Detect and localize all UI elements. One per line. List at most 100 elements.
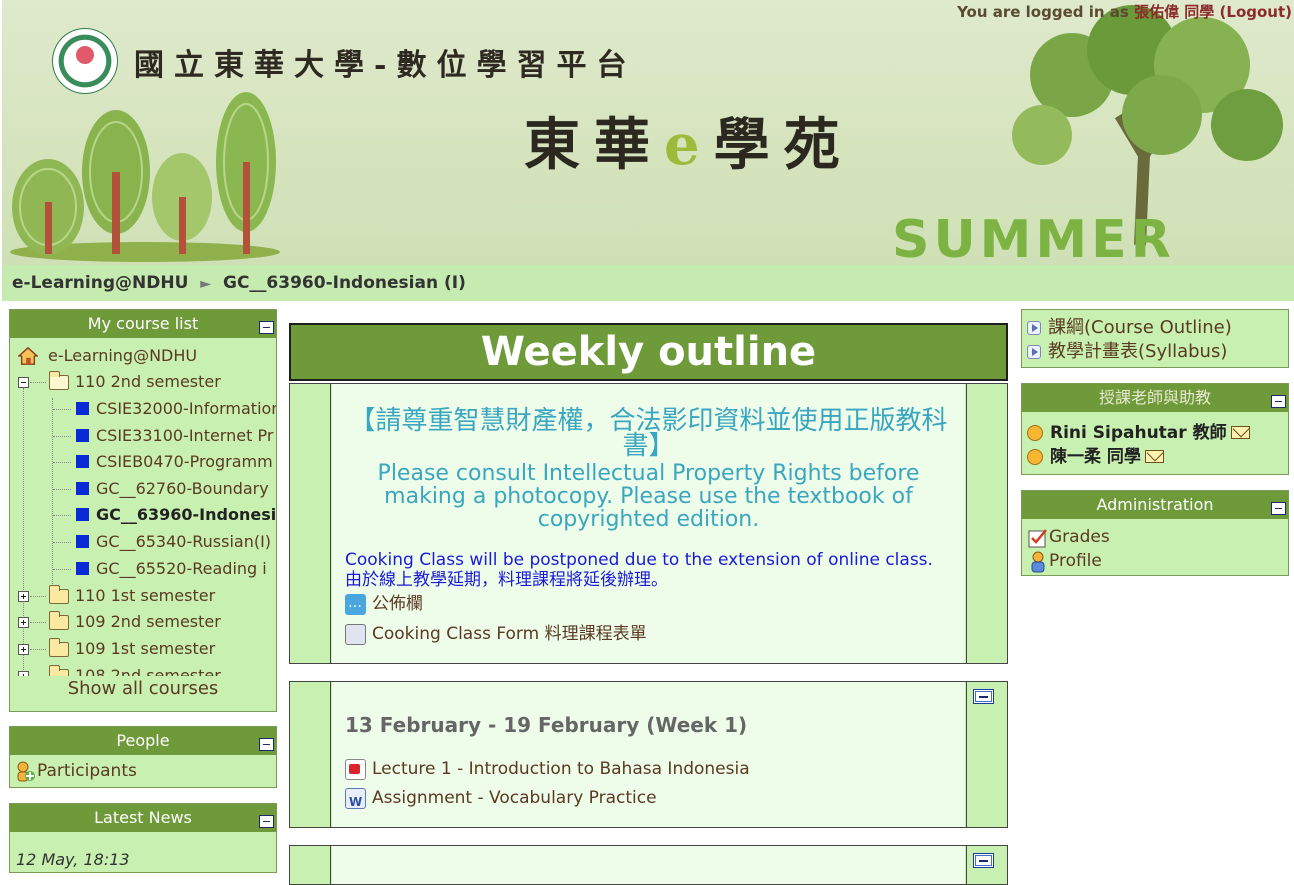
news-date: 12 May, 18:13 bbox=[16, 850, 130, 869]
week-collapse-icon[interactable] bbox=[973, 853, 994, 868]
grades-link[interactable]: Grades bbox=[1022, 525, 1288, 549]
collapse-icon[interactable] bbox=[259, 738, 274, 751]
mail-icon[interactable] bbox=[1230, 426, 1250, 439]
course-item[interactable]: GC__65520-Reading i bbox=[16, 556, 276, 582]
latest-news-header: Latest News bbox=[10, 804, 276, 832]
forum-icon bbox=[345, 591, 366, 615]
expand-node-icon[interactable] bbox=[18, 617, 29, 628]
participants-link[interactable]: Participants bbox=[10, 759, 276, 783]
word-icon bbox=[345, 788, 366, 814]
profile-link[interactable]: Profile bbox=[1022, 549, 1288, 573]
expand-node-icon[interactable] bbox=[18, 644, 29, 655]
collapse-icon[interactable] bbox=[1271, 395, 1286, 408]
teachers-title: 授課老師與助教 bbox=[1098, 388, 1211, 407]
course-item[interactable]: GC__62760-Boundary bbox=[16, 476, 276, 502]
lecture-link[interactable]: Lecture 1 - Introduction to Bahasa Indon… bbox=[345, 757, 750, 781]
semester-node[interactable]: 109 1st semester bbox=[16, 636, 276, 662]
logout-link[interactable]: (Logout) bbox=[1220, 3, 1292, 21]
arrow-icon bbox=[1027, 321, 1041, 335]
home-icon bbox=[18, 346, 38, 365]
profile-icon bbox=[1031, 551, 1045, 573]
teachers-block: 授課老師與助教 Rini Sipahutar 教師 陳一柔 同學 bbox=[1021, 383, 1289, 475]
collapse-icon[interactable] bbox=[259, 321, 274, 334]
collapse-node-icon[interactable] bbox=[18, 377, 29, 388]
course-list-title: My course list bbox=[87, 314, 199, 333]
people-header: People bbox=[10, 727, 276, 755]
semester-label[interactable]: 110 2nd semester bbox=[75, 369, 221, 395]
collapse-icon[interactable] bbox=[1271, 502, 1286, 515]
breadcrumb-home-link[interactable]: e-Learning@NDHU bbox=[12, 273, 188, 293]
tree-root-link[interactable]: e-Learning@NDHU bbox=[48, 343, 197, 369]
header-banner: 國立東華大學-數位學習平台 東華e學苑 SUMMER bbox=[2, 0, 1294, 265]
collapse-icon[interactable] bbox=[259, 815, 274, 828]
course-item[interactable]: CSIE33100-Internet Pr bbox=[16, 423, 276, 449]
course-item[interactable]: GC__65340-Russian(I) bbox=[16, 529, 276, 555]
login-info: You are logged in as 張佑偉 同學 (Logout) bbox=[957, 1, 1292, 22]
course-square-icon bbox=[76, 562, 89, 575]
cooking-form-link[interactable]: Cooking Class Form 料理課程表單 bbox=[345, 622, 647, 646]
show-all-courses-link[interactable]: Show all courses bbox=[10, 676, 276, 699]
course-item-current[interactable]: GC__63960-Indonesia bbox=[16, 502, 276, 528]
semester-node[interactable]: 110 2nd semester bbox=[16, 369, 276, 395]
breadcrumb: e-Learning@NDHU ► GC__63960-Indonesian (… bbox=[2, 265, 1294, 301]
course-links-block: 課綱(Course Outline) 教學計畫表(Syllabus) bbox=[1021, 309, 1289, 368]
administration-block: Administration Grades Profile bbox=[1021, 490, 1289, 576]
teacher-row[interactable]: Rini Sipahutar 教師 bbox=[1022, 421, 1288, 445]
semester-node[interactable]: 109 2nd semester bbox=[16, 609, 276, 635]
university-seal-logo bbox=[52, 28, 118, 94]
season-title: SUMMER bbox=[892, 210, 1175, 265]
course-item[interactable]: CSIE32000-Information bbox=[16, 396, 276, 422]
course-square-icon bbox=[76, 508, 89, 521]
expand-node-icon[interactable] bbox=[18, 671, 29, 676]
login-prefix: You are logged in as bbox=[957, 3, 1129, 21]
folder-icon bbox=[49, 665, 69, 676]
administration-header: Administration bbox=[1022, 491, 1288, 519]
semester-node[interactable]: 108 2nd semester bbox=[16, 663, 276, 676]
forum-link[interactable]: 公佈欄 bbox=[345, 591, 423, 616]
semester-node[interactable]: 110 1st semester bbox=[16, 583, 276, 609]
week-section-1: 13 February - 19 February (Week 1) Lectu… bbox=[289, 681, 1008, 828]
teachers-header: 授課老師與助教 bbox=[1022, 384, 1288, 412]
assignment-link[interactable]: Assignment - Vocabulary Practice bbox=[345, 786, 657, 814]
people-title: People bbox=[116, 731, 170, 750]
smiley-icon bbox=[1027, 449, 1043, 465]
section-content: 【請尊重智慧財產權，合法影印資料並使用正版教科書】 Please consult… bbox=[332, 384, 965, 663]
latest-news-title: Latest News bbox=[94, 808, 192, 827]
course-square-icon bbox=[76, 429, 89, 442]
folder-icon bbox=[49, 638, 69, 657]
pdf-icon bbox=[345, 759, 366, 780]
administration-title: Administration bbox=[1096, 495, 1214, 514]
course-section-0: 【請尊重智慧財產權，合法影印資料並使用正版教科書】 Please consult… bbox=[289, 383, 1008, 664]
course-square-icon bbox=[76, 535, 89, 548]
breadcrumb-separator: ► bbox=[200, 276, 212, 292]
course-outline-link[interactable]: 課綱(Course Outline) bbox=[1022, 316, 1288, 340]
course-tree: e-Learning@NDHU 110 2nd semester CSIE320… bbox=[10, 338, 276, 676]
cooking-class-notice: Cooking Class will be postponed due to t… bbox=[345, 550, 933, 590]
user-profile-link[interactable]: 張佑偉 同學 bbox=[1134, 3, 1214, 21]
platform-brand: 東華e學苑 bbox=[524, 112, 854, 178]
expand-node-icon[interactable] bbox=[18, 591, 29, 602]
week-title: 13 February - 19 February (Week 1) bbox=[345, 713, 748, 737]
section-content: 13 February - 19 February (Week 1) Lectu… bbox=[332, 682, 965, 827]
course-list-header: My course list bbox=[10, 310, 276, 338]
syllabus-link[interactable]: 教學計畫表(Syllabus) bbox=[1022, 340, 1288, 364]
course-square-icon bbox=[76, 482, 89, 495]
assistant-row[interactable]: 陳一柔 同學 bbox=[1022, 445, 1288, 469]
course-list-block: My course list e-Learning@NDHU 110 2nd s… bbox=[9, 309, 277, 712]
copyright-warning-zh: 【請尊重智慧財產權，合法影印資料並使用正版教科書】 bbox=[349, 406, 948, 461]
folder-open-icon bbox=[49, 371, 69, 390]
form-icon bbox=[345, 624, 366, 645]
folder-icon bbox=[49, 585, 69, 604]
trees-illustration-left bbox=[10, 92, 280, 262]
people-block: People Participants bbox=[9, 726, 277, 788]
folder-icon bbox=[49, 611, 69, 630]
week-section-2 bbox=[289, 845, 1008, 885]
breadcrumb-current[interactable]: GC__63960-Indonesian (I) bbox=[223, 273, 466, 293]
page-title: Weekly outline bbox=[289, 323, 1008, 381]
course-square-icon bbox=[76, 455, 89, 468]
participants-icon bbox=[17, 761, 35, 782]
grades-icon bbox=[1028, 529, 1047, 548]
week-collapse-icon[interactable] bbox=[973, 689, 994, 704]
course-item[interactable]: CSIEB0470-Programm bbox=[16, 449, 276, 475]
mail-icon[interactable] bbox=[1144, 450, 1164, 463]
